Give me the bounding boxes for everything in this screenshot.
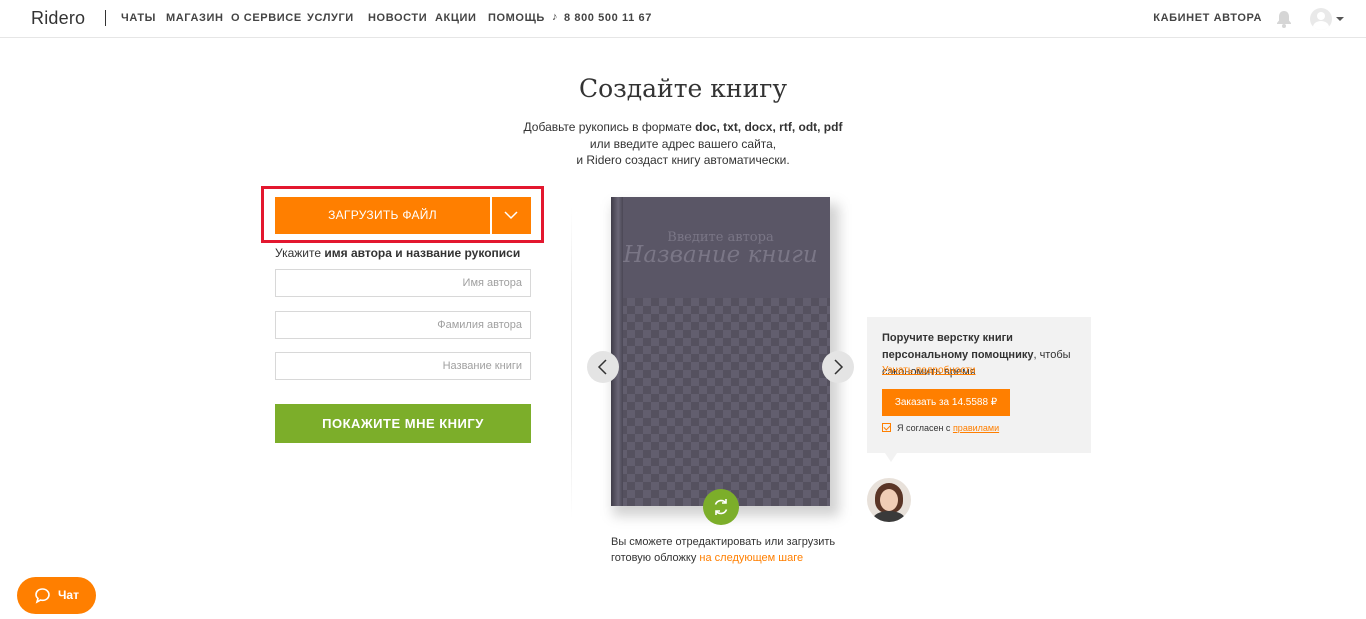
nav-item-about[interactable]: О СЕРВИСЕ [231, 12, 302, 24]
page-title: Создайте книгу [578, 74, 788, 103]
upload-options-dropdown[interactable] [492, 197, 531, 234]
page-subtitle: Добавьте рукопись в формате doc, txt, do… [0, 119, 1366, 169]
chevron-right-icon [834, 359, 844, 375]
subtitle-line-3: и Ridero создаст книгу автоматически. [576, 153, 790, 167]
book-cover-preview: Введите автора Название книги [611, 197, 830, 506]
card-pointer [885, 453, 897, 462]
assistant-avatar [867, 478, 911, 522]
phone-number[interactable]: 8 800 500 11 67 [564, 12, 652, 24]
nav-item-services[interactable]: УСЛУГИ [307, 12, 354, 24]
section-divider [571, 207, 572, 519]
next-cover-button[interactable] [822, 351, 854, 383]
refresh-icon [714, 499, 728, 515]
user-avatar-icon[interactable] [1310, 8, 1332, 30]
nav-item-news[interactable]: НОВОСТИ [368, 12, 427, 24]
logo-divider [105, 10, 106, 26]
nav-item-promotions[interactable]: АКЦИИ [435, 12, 477, 24]
card-text-bold: Поручите верстку книги персональному пом… [882, 332, 1034, 361]
subtitle-formats: doc, txt, docx, rtf, odt, pdf [695, 120, 843, 134]
terms-agreement: Я согласен с правилами [882, 423, 999, 433]
bell-icon[interactable] [1276, 10, 1292, 28]
chat-label: Чат [58, 588, 79, 602]
cover-title-text: Название книги [623, 242, 818, 268]
hint-text: Укажите [275, 246, 325, 260]
next-step-link[interactable]: на следующем шаге [699, 552, 803, 564]
show-book-button[interactable]: ПОКАЖИТЕ МНЕ КНИГУ [275, 404, 531, 443]
ridero-logo[interactable]: Ridero [31, 8, 85, 29]
author-last-name-input[interactable] [275, 311, 531, 339]
top-header: Ridero ЧАТЫ МАГАЗИН О СЕРВИСЕ УСЛУГИ НОВ… [0, 0, 1366, 38]
nav-item-chats[interactable]: ЧАТЫ [121, 12, 156, 24]
author-first-name-input[interactable] [275, 269, 531, 297]
chevron-left-icon [597, 359, 607, 375]
chat-button[interactable]: Чат [17, 577, 96, 614]
chevron-down-icon [504, 211, 518, 220]
agree-text: Я согласен с [897, 423, 953, 433]
cover-pattern [611, 298, 830, 506]
cover-note: Вы сможете отредактировать или загрузить… [611, 535, 851, 566]
rules-link[interactable]: правилами [953, 423, 999, 433]
nav-item-shop[interactable]: МАГАЗИН [166, 12, 224, 24]
subtitle-line-2: или введите адрес вашего сайта, [589, 136, 777, 151]
nav-item-help[interactable]: ПОМОЩЬ [488, 12, 545, 24]
form-hint: Укажите имя автора и название рукописи [275, 246, 520, 260]
learn-more-link[interactable]: Узнать подробности [882, 365, 976, 376]
author-cabinet-link[interactable]: КАБИНЕТ АВТОРА [1153, 12, 1262, 24]
upload-file-button[interactable]: ЗАГРУЗИТЬ ФАЙЛ [275, 197, 490, 234]
subtitle-text: Добавьте рукопись в формате [523, 120, 696, 134]
agree-checkbox[interactable] [882, 423, 891, 432]
chevron-down-icon[interactable] [1336, 17, 1344, 21]
assistant-offer-card: Поручите верстку книги персональному пом… [867, 317, 1091, 453]
refresh-cover-button[interactable] [703, 489, 739, 525]
book-title-input[interactable] [275, 352, 531, 380]
hint-bold-text: имя автора и название рукописи [324, 246, 521, 260]
prev-cover-button[interactable] [587, 351, 619, 383]
phone-icon: ♪ [552, 11, 558, 23]
chat-bubble-icon [35, 588, 50, 604]
order-layout-button[interactable]: Заказать за 14.5588 ₽ [882, 389, 1010, 416]
